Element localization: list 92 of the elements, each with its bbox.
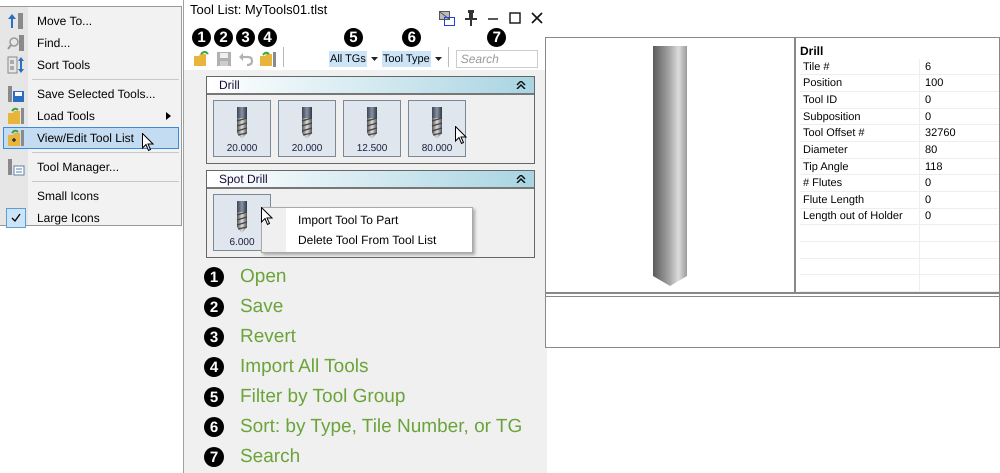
legend-text: Revert — [240, 326, 296, 348]
legend-text: Search — [240, 446, 300, 468]
legend-text: Open — [240, 266, 286, 288]
open-folder-icon[interactable] — [192, 51, 210, 67]
property-name: Tile # — [800, 58, 920, 74]
tool-tile[interactable]: 12.500 — [343, 100, 401, 157]
properties-title: Drill — [800, 44, 824, 59]
search-field[interactable]: Search — [456, 50, 538, 68]
menu-item[interactable]: Small Icons — [3, 185, 179, 207]
drill-bit-icon — [366, 107, 378, 139]
property-name: Tool ID — [800, 92, 920, 108]
callout-number: 6 — [204, 417, 224, 437]
group-header[interactable]: Spot Drill — [207, 171, 534, 189]
dropdown[interactable]: All TGs — [329, 51, 367, 67]
sort-icon — [7, 56, 25, 74]
pin-icon[interactable] — [465, 10, 477, 26]
dropdown-arrow-icon[interactable] — [370, 57, 378, 61]
dropdown[interactable]: Tool Type — [382, 51, 431, 67]
property-value: 32760 — [924, 127, 956, 140]
legend-text: Sort: by Type, Tile Number, or TG — [240, 416, 522, 438]
tool-diameter: 12.500 — [356, 143, 388, 154]
import-folder-icon[interactable] — [258, 51, 276, 67]
property-value: 118 — [924, 160, 943, 172]
menu-item[interactable]: Delete Tool From Tool List — [262, 230, 472, 250]
folder-icon — [7, 107, 25, 125]
property-name: Tip Angle — [800, 158, 920, 174]
property-name: Position — [800, 75, 920, 92]
drill-bit-icon — [236, 201, 248, 233]
property-name: Length out of Holder — [800, 208, 920, 224]
menu-item[interactable]: Move To... — [3, 10, 179, 32]
drill-bit-icon — [431, 107, 443, 139]
tool-tile[interactable]: 20.000 — [278, 100, 336, 157]
menu-item[interactable]: Save Selected Tools... — [3, 83, 179, 105]
collapse-icon[interactable] — [516, 175, 526, 183]
callout-number: 7 — [487, 28, 506, 47]
legend-text: Import All Tools — [240, 356, 368, 378]
group-name: Drill — [219, 78, 240, 92]
drill-bit-icon — [301, 107, 313, 139]
property-name: Diameter — [800, 142, 920, 158]
window-title: Tool List: MyTools01.tlst — [190, 2, 328, 17]
group-name: Spot Drill — [219, 172, 268, 186]
menu-item[interactable]: Tool Manager... — [3, 156, 179, 178]
save-icon — [7, 85, 25, 103]
tool-tile[interactable]: 20.000 — [213, 100, 271, 157]
callout-number: 3 — [236, 28, 255, 47]
drill-bit-icon — [236, 107, 248, 139]
menu-item[interactable]: Large Icons — [3, 207, 179, 229]
menu-item[interactable]: Sort Tools — [3, 54, 179, 76]
callout-number: 7 — [204, 447, 224, 467]
callout-number: 2 — [214, 28, 233, 47]
cursor-icon — [455, 126, 467, 145]
property-value: 0 — [924, 194, 932, 206]
callout-number: 2 — [204, 297, 224, 317]
tool-diameter: 6.000 — [229, 237, 255, 248]
menu-item[interactable]: Find... — [3, 32, 179, 54]
group-header[interactable]: Drill — [207, 77, 534, 95]
tool-manager-icon — [7, 158, 25, 176]
cursor-icon — [142, 133, 154, 152]
callout-number: 4 — [258, 28, 277, 47]
callout-number: 4 — [204, 357, 224, 377]
property-name: # Flutes — [800, 175, 920, 191]
property-value: 0 — [924, 94, 932, 106]
property-name: Subposition — [800, 108, 920, 124]
menu-item[interactable]: Load Tools — [3, 105, 179, 127]
property-name: Tool Offset # — [800, 125, 920, 142]
callout-number: 5 — [344, 28, 363, 47]
callout-number: 6 — [402, 28, 422, 47]
legend-text: Filter by Tool Group — [240, 386, 406, 408]
collapse-icon[interactable] — [516, 81, 526, 89]
tool-tile[interactable]: 80.000 — [408, 100, 466, 157]
property-value: 0 — [924, 177, 932, 190]
callout-number: 5 — [204, 387, 224, 407]
dropdown-arrow-icon[interactable] — [434, 57, 442, 61]
property-value: 0 — [924, 210, 932, 222]
callout-number: 3 — [204, 327, 224, 347]
tool-diameter: 20.000 — [226, 143, 258, 154]
close-icon[interactable] — [531, 12, 543, 24]
folder-icon — [7, 129, 25, 147]
property-name: Flute Length — [800, 192, 920, 208]
property-value: 80 — [924, 144, 938, 156]
callout-number: 1 — [192, 28, 211, 47]
legend-text: Save — [240, 296, 284, 318]
tool-diameter: 20.000 — [292, 143, 322, 154]
callout-number: 1 — [204, 267, 224, 287]
magnifier-icon — [7, 34, 25, 52]
menu-item[interactable]: View/Edit Tool List — [3, 127, 179, 149]
maximize-icon[interactable] — [509, 12, 521, 24]
property-value: 0 — [924, 110, 932, 123]
tool-diameter: 80.000 — [422, 143, 452, 154]
move-up-icon — [7, 12, 25, 30]
property-value: 100 — [924, 77, 944, 90]
property-value: 6 — [924, 60, 932, 73]
